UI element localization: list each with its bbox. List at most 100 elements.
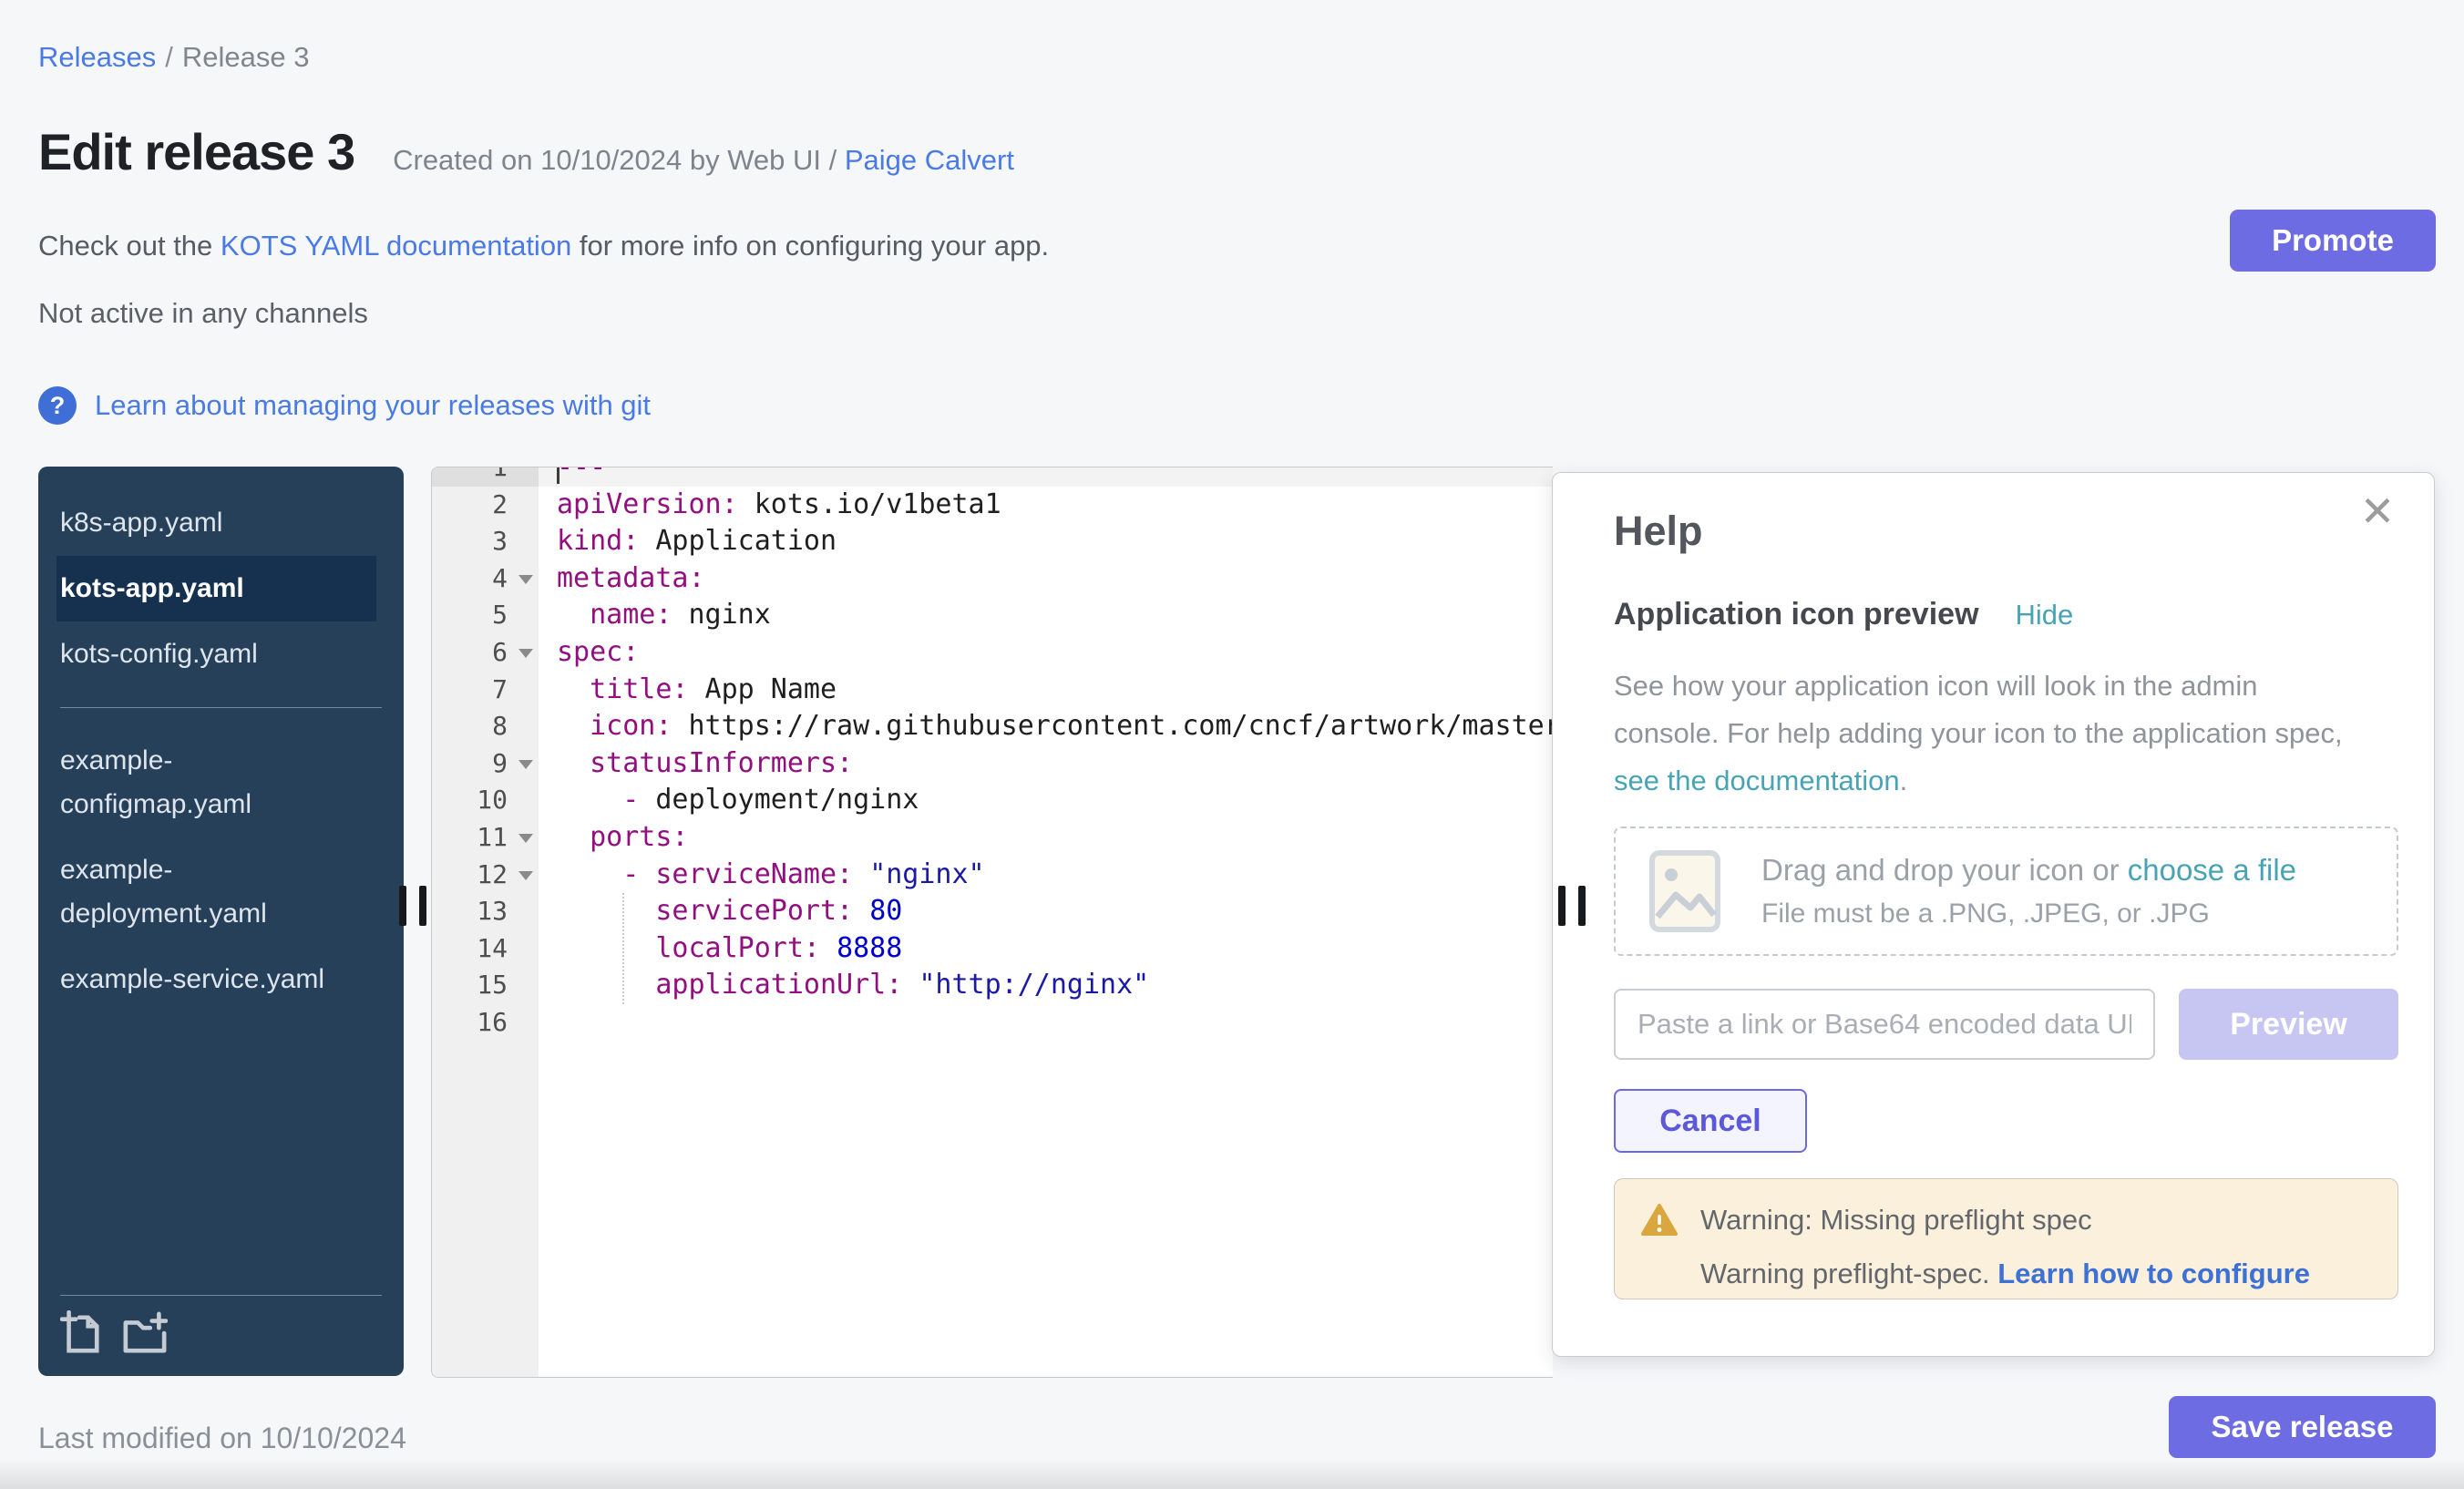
- editor-line-1[interactable]: 1---: [432, 467, 1553, 487]
- line-number: 3: [432, 523, 539, 560]
- icon-url-input[interactable]: [1614, 989, 2155, 1060]
- editor-line-8[interactable]: 8 icon: https://raw.githubusercontent.co…: [432, 708, 1553, 745]
- line-number: 5: [432, 597, 539, 634]
- editor-line-14[interactable]: 14 localPort: 8888: [432, 930, 1553, 968]
- help-panel-resize-handle[interactable]: [1558, 886, 1586, 926]
- promote-button[interactable]: Promote: [2230, 210, 2436, 272]
- line-code[interactable]: - serviceName: "nginx": [539, 857, 1553, 894]
- file-item-example-deployment.yaml[interactable]: example-deployment.yaml: [38, 837, 404, 947]
- file-item-kots-app.yaml[interactable]: kots-app.yaml: [56, 556, 376, 621]
- line-number: 14: [432, 930, 539, 968]
- sidebar-bottom: [60, 1295, 382, 1376]
- editor-line-10[interactable]: 10 - deployment/nginx: [432, 782, 1553, 819]
- line-number: 6: [432, 634, 539, 672]
- see-documentation-link[interactable]: see the documentation: [1614, 765, 1900, 796]
- warning-detail: Warning preflight-spec.: [1700, 1258, 1997, 1289]
- yaml-code-editor[interactable]: 1---2apiVersion: kots.io/v1beta13kind: A…: [431, 467, 1553, 1378]
- learn-how-to-configure-link[interactable]: Learn how to configure: [1997, 1258, 2310, 1289]
- line-code[interactable]: title: App Name: [539, 672, 1553, 709]
- description-line2: console. For help adding your icon to th…: [1614, 717, 2343, 749]
- editor-line-9[interactable]: 9 statusInformers:: [432, 745, 1553, 783]
- file-tree-sidebar: k8s-app.yamlkots-app.yamlkots-config.yam…: [38, 467, 404, 1376]
- intro-line: Check out the KOTS YAML documentation fo…: [38, 230, 1049, 262]
- file-item-example-configmap.yaml[interactable]: example-configmap.yaml: [38, 728, 404, 837]
- intro-before: Check out the: [38, 230, 221, 262]
- line-code[interactable]: statusInformers:: [539, 745, 1553, 783]
- line-number: 1: [432, 467, 539, 487]
- warning-title: Warning: Missing preflight spec: [1700, 1204, 2092, 1237]
- channel-status: Not active in any channels: [38, 297, 368, 330]
- help-panel-title: Help: [1614, 508, 1703, 555]
- dropzone-filetypes: File must be a .PNG, .JPEG, or .JPG: [1761, 899, 2296, 929]
- file-item-kots-config.yaml[interactable]: kots-config.yaml: [38, 621, 404, 687]
- fold-chevron-down-icon[interactable]: [518, 649, 533, 658]
- line-code[interactable]: servicePort: 80: [539, 893, 1553, 930]
- editor-line-3[interactable]: 3kind: Application: [432, 523, 1553, 560]
- fold-chevron-down-icon[interactable]: [518, 575, 533, 584]
- description-suffix: .: [1900, 765, 1908, 796]
- release-meta: Created on 10/10/2024 by Web UI / Paige …: [393, 144, 1014, 177]
- kots-yaml-docs-link[interactable]: KOTS YAML documentation: [221, 230, 571, 262]
- preview-button[interactable]: Preview: [2179, 989, 2398, 1060]
- intro-after: for more info on configuring your app.: [571, 230, 1049, 262]
- close-icon[interactable]: ✕: [2356, 489, 2399, 533]
- sidebar-resize-handle[interactable]: [399, 886, 426, 926]
- editor-line-11[interactable]: 11 ports:: [432, 819, 1553, 857]
- save-release-button[interactable]: Save release: [2169, 1396, 2436, 1458]
- editor-line-4[interactable]: 4metadata:: [432, 560, 1553, 598]
- page-title: Edit release 3: [38, 122, 354, 181]
- fold-chevron-down-icon[interactable]: [518, 760, 533, 769]
- file-item-example-service.yaml[interactable]: example-service.yaml: [38, 947, 404, 1012]
- line-number: 7: [432, 672, 539, 709]
- breadcrumb-releases-link[interactable]: Releases: [38, 41, 156, 73]
- line-code[interactable]: icon: https://raw.githubusercontent.com/…: [539, 708, 1553, 745]
- line-code[interactable]: apiVersion: kots.io/v1beta1: [539, 487, 1553, 524]
- hide-link[interactable]: Hide: [2016, 599, 2074, 632]
- title-row: Edit release 3 Created on 10/10/2024 by …: [38, 122, 1014, 181]
- line-code[interactable]: - deployment/nginx: [539, 782, 1553, 819]
- editor-line-6[interactable]: 6spec:: [432, 634, 1553, 672]
- preflight-warning-box: Warning: Missing preflight spec Warning …: [1614, 1178, 2398, 1299]
- editor-lines: 1---2apiVersion: kots.io/v1beta13kind: A…: [432, 467, 1553, 1042]
- line-number: 4: [432, 560, 539, 598]
- icon-preview-description: See how your application icon will look …: [1614, 662, 2343, 805]
- line-number: 2: [432, 487, 539, 524]
- line-code[interactable]: kind: Application: [539, 523, 1553, 560]
- editor-line-7[interactable]: 7 title: App Name: [432, 672, 1553, 709]
- file-item-k8s-app.yaml[interactable]: k8s-app.yaml: [38, 490, 404, 556]
- editor-line-15[interactable]: 15 applicationUrl: "http://nginx": [432, 967, 1553, 1004]
- fold-chevron-down-icon[interactable]: [518, 834, 533, 843]
- line-number: 16: [432, 1004, 539, 1042]
- line-code[interactable]: metadata:: [539, 560, 1553, 598]
- line-code[interactable]: [539, 1004, 1553, 1042]
- editor-line-16[interactable]: 16: [432, 1004, 1553, 1042]
- line-code[interactable]: applicationUrl: "http://nginx": [539, 967, 1553, 1004]
- add-file-icon[interactable]: [60, 1310, 102, 1356]
- editor-line-13[interactable]: 13 servicePort: 80: [432, 893, 1553, 930]
- line-number: 10: [432, 782, 539, 819]
- file-list-divider: [60, 707, 382, 708]
- indent-guide: [622, 893, 624, 1004]
- editor-line-12[interactable]: 12 - serviceName: "nginx": [432, 857, 1553, 894]
- line-number: 13: [432, 893, 539, 930]
- release-author-link[interactable]: Paige Calvert: [845, 144, 1014, 176]
- file-list: k8s-app.yamlkots-app.yamlkots-config.yam…: [38, 467, 404, 1012]
- line-number: 9: [432, 745, 539, 783]
- choose-a-file-link[interactable]: choose a file: [2128, 853, 2296, 887]
- last-modified-text: Last modified on 10/10/2024: [38, 1422, 406, 1455]
- editor-line-5[interactable]: 5 name: nginx: [432, 597, 1553, 634]
- icon-dropzone[interactable]: Drag and drop your icon or choose a file…: [1614, 827, 2398, 956]
- cancel-button[interactable]: Cancel: [1614, 1089, 1807, 1153]
- fold-chevron-down-icon[interactable]: [518, 871, 533, 880]
- line-code[interactable]: ---: [539, 467, 1553, 487]
- breadcrumb: Releases/Release 3: [38, 40, 309, 75]
- line-code[interactable]: spec:: [539, 634, 1553, 672]
- dropzone-text: Drag and drop your icon or: [1761, 853, 2128, 887]
- line-code[interactable]: localPort: 8888: [539, 930, 1553, 968]
- editor-line-2[interactable]: 2apiVersion: kots.io/v1beta1: [432, 487, 1553, 524]
- git-releases-link[interactable]: Learn about managing your releases with …: [95, 389, 651, 422]
- add-folder-icon[interactable]: [122, 1310, 168, 1356]
- line-code[interactable]: name: nginx: [539, 597, 1553, 634]
- description-line1: See how your application icon will look …: [1614, 670, 2258, 702]
- line-code[interactable]: ports:: [539, 819, 1553, 857]
